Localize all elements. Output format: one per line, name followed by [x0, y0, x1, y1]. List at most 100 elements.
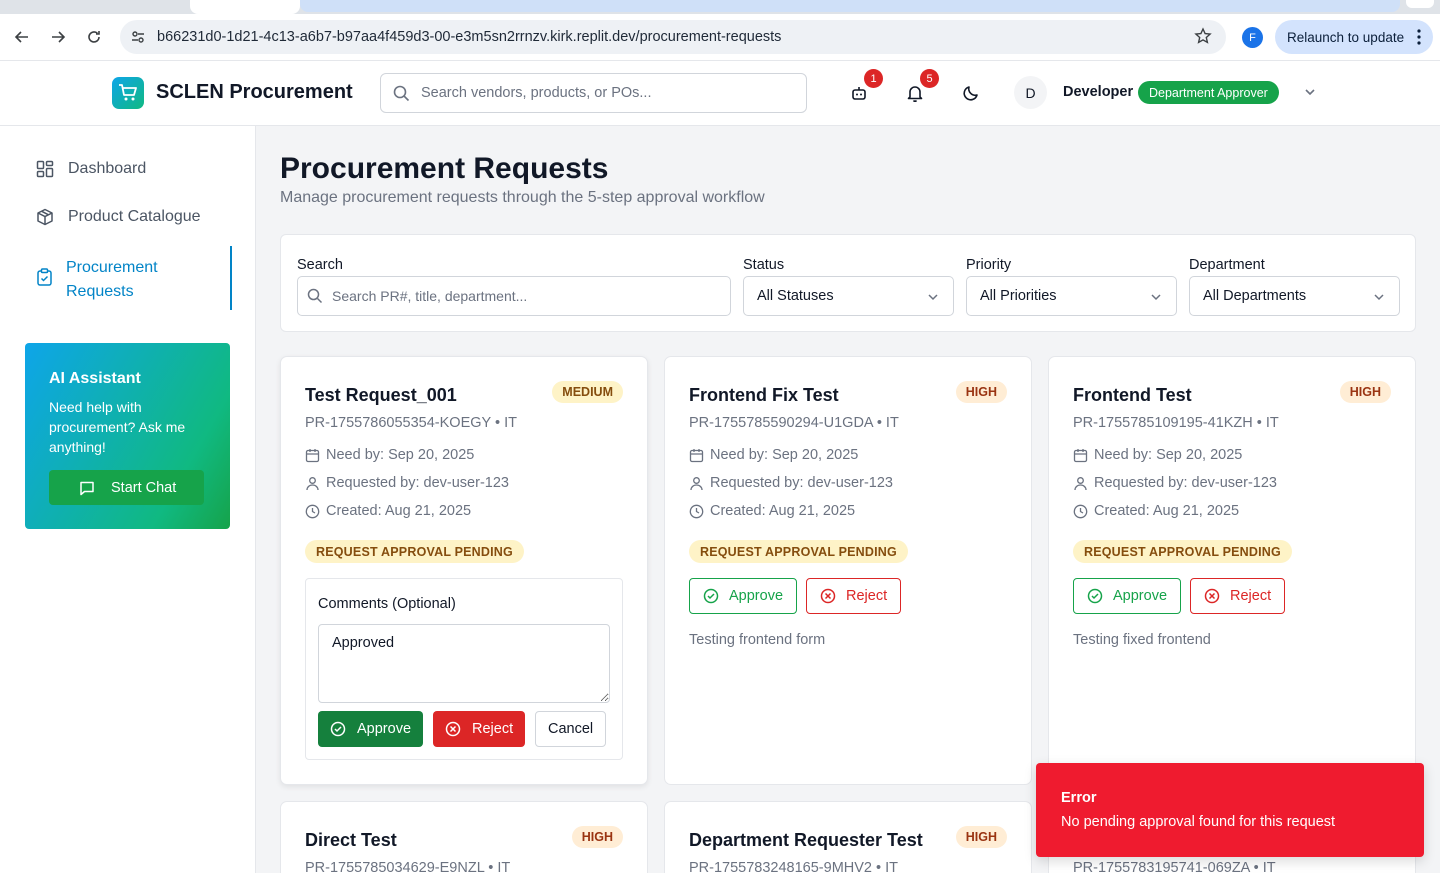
status-badge: REQUEST APPROVAL PENDING [1073, 540, 1292, 563]
request-description: Testing frontend form [689, 632, 826, 648]
cancel-button[interactable]: Cancel [535, 711, 607, 747]
request-card: Frontend Fix Test HIGH PR-1755785590294-… [664, 356, 1032, 785]
app-header: SCLEN Procurement 1 5 D Developer Depart… [0, 61, 1440, 126]
reject-label: Reject [472, 721, 514, 737]
sidebar-item-dashboard[interactable]: Dashboard [36, 160, 146, 178]
approve-label: Approve [357, 721, 412, 737]
filter-panel: Search Status All Statuses Priority All … [280, 234, 1416, 332]
user-icon [305, 476, 320, 491]
priority-badge: HIGH [955, 826, 1007, 848]
reject-button[interactable]: Reject [433, 711, 526, 747]
requested-by-text: Requested by: dev-user-123 [1094, 475, 1277, 491]
user-avatar[interactable]: D [1014, 76, 1047, 109]
global-search-input[interactable] [421, 74, 791, 112]
request-description: Testing fixed frontend [1073, 632, 1211, 648]
request-id: PR-1755785034629-E9NZL • IT [305, 860, 511, 873]
start-chat-label: Start Chat [111, 479, 177, 496]
sidebar-item-label: Dashboard [68, 160, 147, 177]
reload-icon[interactable] [83, 26, 105, 48]
browser-tab-end[interactable] [1406, 0, 1434, 8]
toast-title: Error [1061, 790, 1097, 806]
user-name[interactable]: Developer [1063, 84, 1133, 100]
browser-tab-strip [0, 0, 1440, 14]
brand-name[interactable]: SCLEN Procurement [156, 81, 353, 104]
message-square-icon [79, 480, 95, 496]
requested-by-row: Requested by: dev-user-123 [1073, 475, 1277, 491]
need-by-text: Need by: Sep 20, 2025 [1094, 447, 1243, 463]
requested-by-row: Requested by: dev-user-123 [305, 475, 509, 491]
back-icon[interactable] [11, 26, 33, 48]
comments-label: Comments (Optional) [318, 596, 456, 612]
request-id: PR-1755786055354-KOEGY • IT [305, 415, 517, 431]
check-circle-icon [330, 721, 346, 737]
chevron-down-icon [1373, 291, 1385, 307]
x-circle-icon [445, 721, 461, 737]
reject-label: Reject [1230, 588, 1272, 604]
error-toast[interactable]: Error No pending approval found for this… [1036, 763, 1424, 857]
priority-badge: HIGH [571, 826, 623, 848]
reject-button[interactable]: Reject [806, 578, 902, 614]
browser-active-tab[interactable] [190, 0, 300, 14]
request-title: Test Request_001 [305, 385, 457, 405]
bookmark-star-icon[interactable] [1194, 27, 1212, 50]
browser-profile-avatar[interactable]: F [1242, 27, 1263, 48]
moon-icon[interactable] [961, 83, 981, 103]
department-select[interactable]: All Departments [1189, 276, 1400, 316]
need-by-row: Need by: Sep 20, 2025 [689, 447, 858, 463]
request-title: Frontend Test [1073, 385, 1192, 405]
created-row: Created: Aug 21, 2025 [305, 503, 471, 519]
reject-label: Reject [846, 588, 888, 604]
sidebar-item-procurement-requests[interactable]: Procurement Requests [24, 246, 232, 310]
need-by-row: Need by: Sep 20, 2025 [1073, 447, 1242, 463]
ai-bot-icon[interactable] [849, 83, 869, 103]
approve-button[interactable]: Approve [689, 578, 798, 614]
cart-logo-icon[interactable] [112, 77, 144, 109]
more-vert-icon[interactable] [1417, 29, 1421, 48]
comments-textarea[interactable]: Approved [318, 624, 610, 703]
start-chat-button[interactable]: Start Chat [49, 470, 204, 505]
priority-badge: HIGH [1339, 381, 1391, 403]
reject-button[interactable]: Reject [1190, 578, 1286, 614]
x-circle-icon [1204, 588, 1220, 604]
user-icon [689, 476, 704, 491]
priority-select-value: All Priorities [980, 288, 1057, 304]
request-card: Frontend Test HIGH PR-1755785109195-41KZ… [1048, 356, 1416, 785]
status-badge: REQUEST APPROVAL PENDING [305, 540, 524, 563]
relaunch-button[interactable]: Relaunch to update [1275, 20, 1433, 54]
created-row: Created: Aug 21, 2025 [1073, 503, 1239, 519]
request-title: Frontend Fix Test [689, 385, 839, 405]
requested-by-text: Requested by: dev-user-123 [710, 475, 893, 491]
request-card: Test Request_001 MEDIUM PR-1755786055354… [280, 356, 648, 785]
need-by-text: Need by: Sep 20, 2025 [326, 447, 475, 463]
approve-button[interactable]: Approve [318, 711, 424, 747]
search-icon [307, 288, 323, 309]
priority-badge: HIGH [955, 381, 1007, 403]
address-url[interactable]: b66231d0-1d21-4c13-a6b7-b97aa4f459d3-00-… [157, 29, 781, 45]
calendar-icon [1073, 448, 1088, 463]
department-select-value: All Departments [1203, 288, 1307, 304]
site-settings-icon[interactable] [130, 29, 146, 50]
created-row: Created: Aug 21, 2025 [689, 503, 855, 519]
sidebar-item-product-catalogue[interactable]: Product Catalogue [36, 208, 201, 226]
approve-button[interactable]: Approve [1073, 578, 1182, 614]
request-search-input[interactable] [332, 277, 722, 315]
address-bar[interactable]: b66231d0-1d21-4c13-a6b7-b97aa4f459d3-00-… [120, 20, 1226, 54]
need-by-text: Need by: Sep 20, 2025 [710, 447, 859, 463]
user-icon [1073, 476, 1088, 491]
chevron-down-icon[interactable] [1303, 85, 1317, 104]
bell-icon[interactable] [905, 83, 925, 103]
request-title: Direct Test [305, 830, 397, 850]
calendar-icon [689, 448, 704, 463]
forward-icon[interactable] [47, 26, 69, 48]
request-search[interactable] [297, 276, 731, 316]
priority-select[interactable]: All Priorities [966, 276, 1177, 316]
notification-count-badge: 5 [920, 69, 939, 88]
browser-tab-group[interactable] [300, 0, 1400, 12]
status-select[interactable]: All Statuses [743, 276, 954, 316]
created-text: Created: Aug 21, 2025 [710, 503, 856, 519]
toast-message: No pending approval found for this reque… [1061, 814, 1336, 830]
check-circle-icon [703, 588, 719, 604]
global-search[interactable] [380, 73, 807, 113]
search-filter-label: Search [297, 257, 343, 273]
clock-icon [305, 504, 320, 519]
